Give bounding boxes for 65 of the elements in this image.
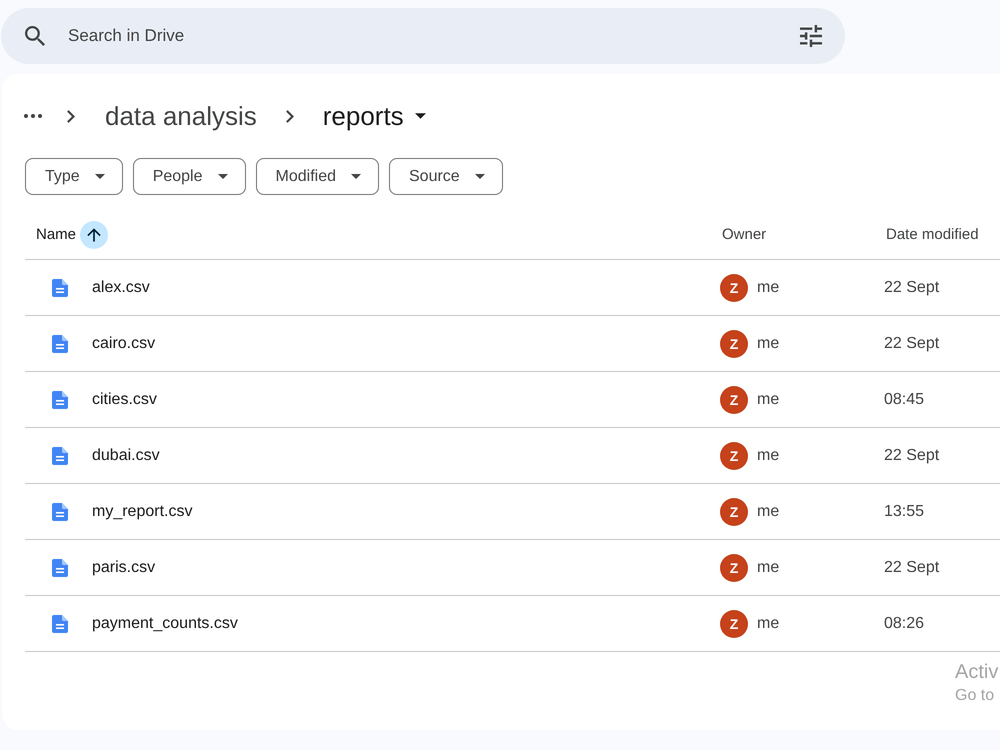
file-name[interactable]: paris.csv [92, 558, 156, 576]
owner-name: me [757, 502, 780, 520]
more-icon[interactable] [24, 114, 42, 118]
modified-date: 22 Sept [884, 446, 940, 464]
modified-date: 08:45 [884, 390, 924, 408]
document-icon [52, 334, 68, 352]
owner-avatar: Z [720, 554, 748, 582]
modified-date: 08:26 [884, 614, 924, 632]
breadcrumb-link[interactable]: data analysis [105, 100, 257, 132]
chevron-right-icon [67, 110, 75, 122]
document-icon [52, 502, 68, 520]
search-field[interactable]: Search in Drive [68, 24, 780, 48]
file-name[interactable]: payment_counts.csv [92, 614, 238, 632]
filter-button[interactable]: Modified [256, 158, 379, 195]
file-row[interactable]: payment_counts.csv Z me 08:26 [25, 596, 1000, 652]
file-row[interactable]: cities.csv Z me 08:45 [25, 372, 1000, 428]
caret-icon[interactable] [218, 174, 228, 179]
column-header[interactable]: Owner [722, 226, 766, 243]
owner-name: me [757, 614, 780, 632]
owner-name: me [757, 446, 780, 464]
owner-name: me [757, 390, 780, 408]
caret-icon[interactable] [474, 174, 485, 179]
chevron-right-icon [286, 110, 294, 122]
column-header[interactable]: Name [36, 226, 76, 243]
file-row[interactable]: paris.csv Z me 22 Sept [25, 540, 1000, 596]
file-row[interactable]: my_report.csv Z me 13:55 [25, 484, 1000, 540]
caret-icon[interactable] [414, 113, 426, 119]
activation-notice-text: Go to [955, 686, 996, 706]
modified-date: 22 Sept [884, 334, 940, 352]
document-icon [52, 558, 68, 576]
modified-date: 13:55 [884, 502, 924, 520]
owner-avatar: Z [720, 386, 748, 414]
caret-icon[interactable] [94, 174, 105, 179]
document-icon [52, 278, 68, 296]
folder-menu-button[interactable]: reports [322, 100, 426, 132]
owner-name: me [757, 278, 780, 296]
search-icon[interactable] [25, 26, 45, 46]
file-name[interactable]: my_report.csv [92, 502, 192, 520]
activation-notice-title: Activ [955, 660, 998, 684]
search-bar[interactable]: Search in Drive [1, 8, 845, 64]
owner-avatar: Z [720, 498, 748, 526]
filter-button[interactable]: People [132, 158, 246, 195]
modified-date: 22 Sept [884, 558, 940, 576]
file-row[interactable]: alex.csv Z me 22 Sept [25, 260, 1000, 316]
document-icon [52, 446, 68, 464]
filter-button[interactable]: Source [389, 158, 503, 195]
owner-avatar: Z [720, 442, 748, 470]
modified-date: 22 Sept [884, 278, 940, 296]
owner-name: me [757, 558, 780, 576]
owner-avatar: Z [720, 330, 748, 358]
file-row[interactable]: dubai.csv Z me 22 Sept [25, 428, 1000, 484]
document-icon [52, 390, 68, 408]
file-name[interactable]: cairo.csv [92, 334, 156, 352]
file-name[interactable]: alex.csv [92, 278, 150, 296]
owner-avatar: Z [720, 274, 748, 302]
column-header[interactable]: Date modified [886, 226, 979, 243]
owner-name: me [757, 334, 780, 352]
file-name[interactable]: dubai.csv [92, 446, 160, 464]
sliders-icon[interactable] [800, 25, 822, 47]
filter-button[interactable]: Type [25, 158, 123, 195]
document-icon [52, 614, 68, 632]
file-name[interactable]: cities.csv [92, 390, 157, 408]
file-row[interactable]: cairo.csv Z me 22 Sept [25, 316, 1000, 372]
owner-avatar: Z [720, 610, 748, 638]
caret-icon[interactable] [351, 174, 361, 179]
